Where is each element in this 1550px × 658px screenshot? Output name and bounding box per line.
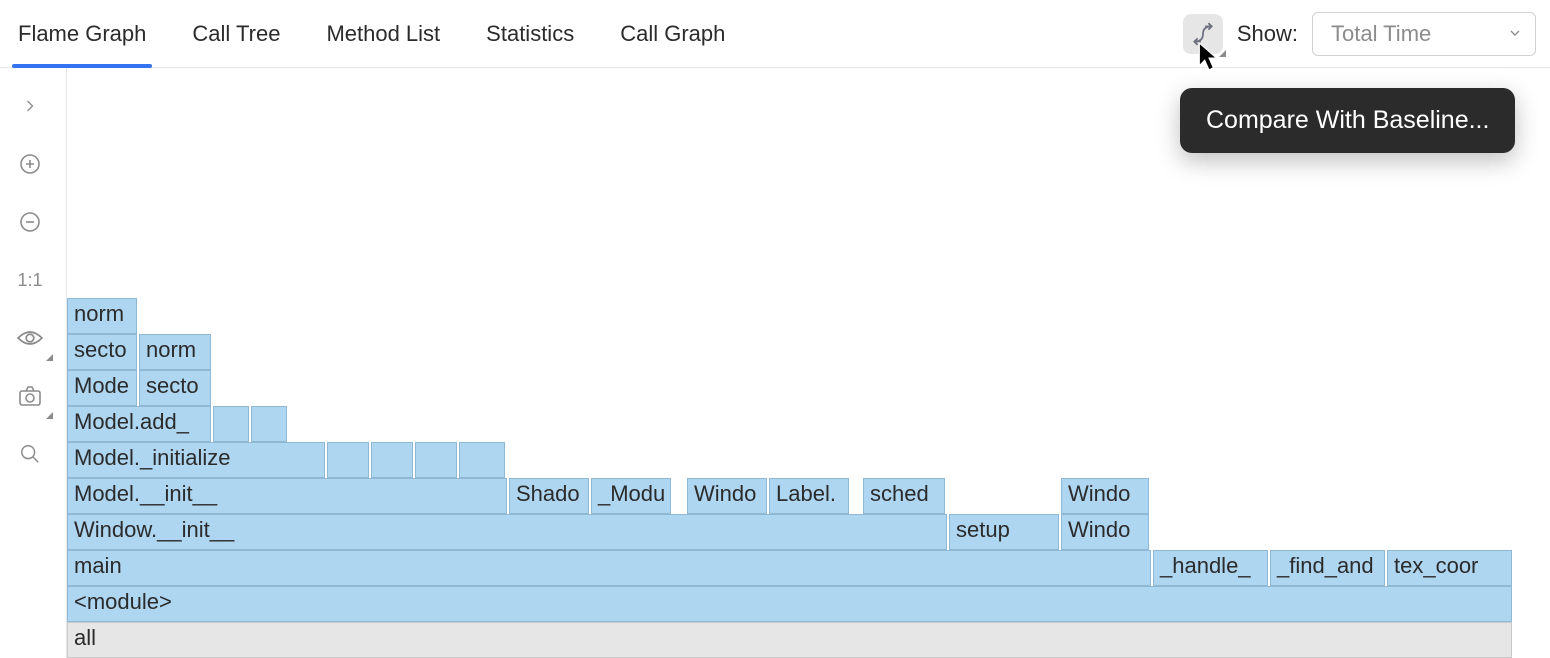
tab-call-tree[interactable]: Call Tree [192,0,280,67]
main-area: 1:1 all<module>main_handle__find_andtex_… [0,68,1550,658]
presentation-button[interactable] [10,318,50,358]
flame-frame[interactable]: Mode [67,370,137,406]
zoom-in-button[interactable] [10,144,50,184]
tooltip-text: Compare With Baseline... [1206,106,1489,134]
flame-frame[interactable]: _handle_ [1153,550,1268,586]
show-label: Show: [1237,21,1298,47]
flame-frame[interactable] [371,442,413,478]
flame-frame[interactable] [327,442,369,478]
tab-flame-graph[interactable]: Flame Graph [18,0,146,67]
tab-statistics[interactable]: Statistics [486,0,574,67]
tab-call-graph[interactable]: Call Graph [620,0,725,67]
compare-tooltip: Compare With Baseline... [1180,88,1515,153]
flame-frame[interactable]: Window.__init__ [67,514,947,550]
flame-frame[interactable]: setup [949,514,1059,550]
flame-frame[interactable]: Shado [509,478,589,514]
flame-frame[interactable]: tex_coor [1387,550,1512,586]
search-icon [19,443,41,465]
flame-canvas[interactable]: all<module>main_handle__find_andtex_coor… [66,68,1550,658]
flame-frame[interactable]: Model._initialize [67,442,325,478]
flame-frame[interactable]: _find_and [1270,550,1385,586]
tab-bar: Flame Graph Call Tree Method List Statis… [0,0,1550,68]
dropdown-value: Total Time [1331,21,1431,47]
zoom-out-icon [18,210,42,234]
flame-frame[interactable] [251,406,287,442]
chevron-right-icon [20,96,40,116]
flame-frame[interactable]: Label. [769,478,849,514]
flame-frame[interactable] [213,406,249,442]
flame-frame[interactable] [415,442,457,478]
corner-indicator [46,412,53,419]
flame-frame[interactable]: secto [67,334,137,370]
flame-frame[interactable] [459,442,505,478]
tab-method-list[interactable]: Method List [326,0,440,67]
zoom-out-button[interactable] [10,202,50,242]
flame-frame[interactable]: sched [863,478,945,514]
flame-frame[interactable]: Windo [1061,478,1149,514]
zoom-in-icon [18,152,42,176]
expand-button[interactable] [10,86,50,126]
compare-with-baseline-button[interactable] [1183,14,1223,54]
flame-frame[interactable]: secto [139,370,211,406]
search-button[interactable] [10,434,50,474]
compare-icon [1190,21,1216,47]
flame-frame[interactable]: _Modu [591,478,671,514]
show-dropdown[interactable]: Total Time [1312,12,1536,56]
toolbar-right: Show: Total Time [1183,0,1550,67]
flame-frame[interactable]: all [67,622,1512,658]
flame-sidebar: 1:1 [0,68,60,658]
flame-frame[interactable]: norm [67,298,137,334]
chevron-down-icon [1507,21,1523,47]
corner-indicator [1219,50,1226,57]
flame-frame[interactable]: Model.__init__ [67,478,507,514]
corner-indicator [46,354,53,361]
camera-icon [18,385,42,407]
capture-button[interactable] [10,376,50,416]
flame-frame[interactable]: norm [139,334,211,370]
eye-icon [17,328,43,348]
flame-frame[interactable]: main [67,550,1151,586]
tabs: Flame Graph Call Tree Method List Statis… [0,0,725,67]
flame-frame[interactable]: Windo [687,478,767,514]
flame-frame[interactable]: Windo [1061,514,1149,550]
one-to-one-button[interactable]: 1:1 [10,260,50,300]
flame-frame[interactable]: Model.add_ [67,406,211,442]
flame-frame[interactable]: <module> [67,586,1512,622]
